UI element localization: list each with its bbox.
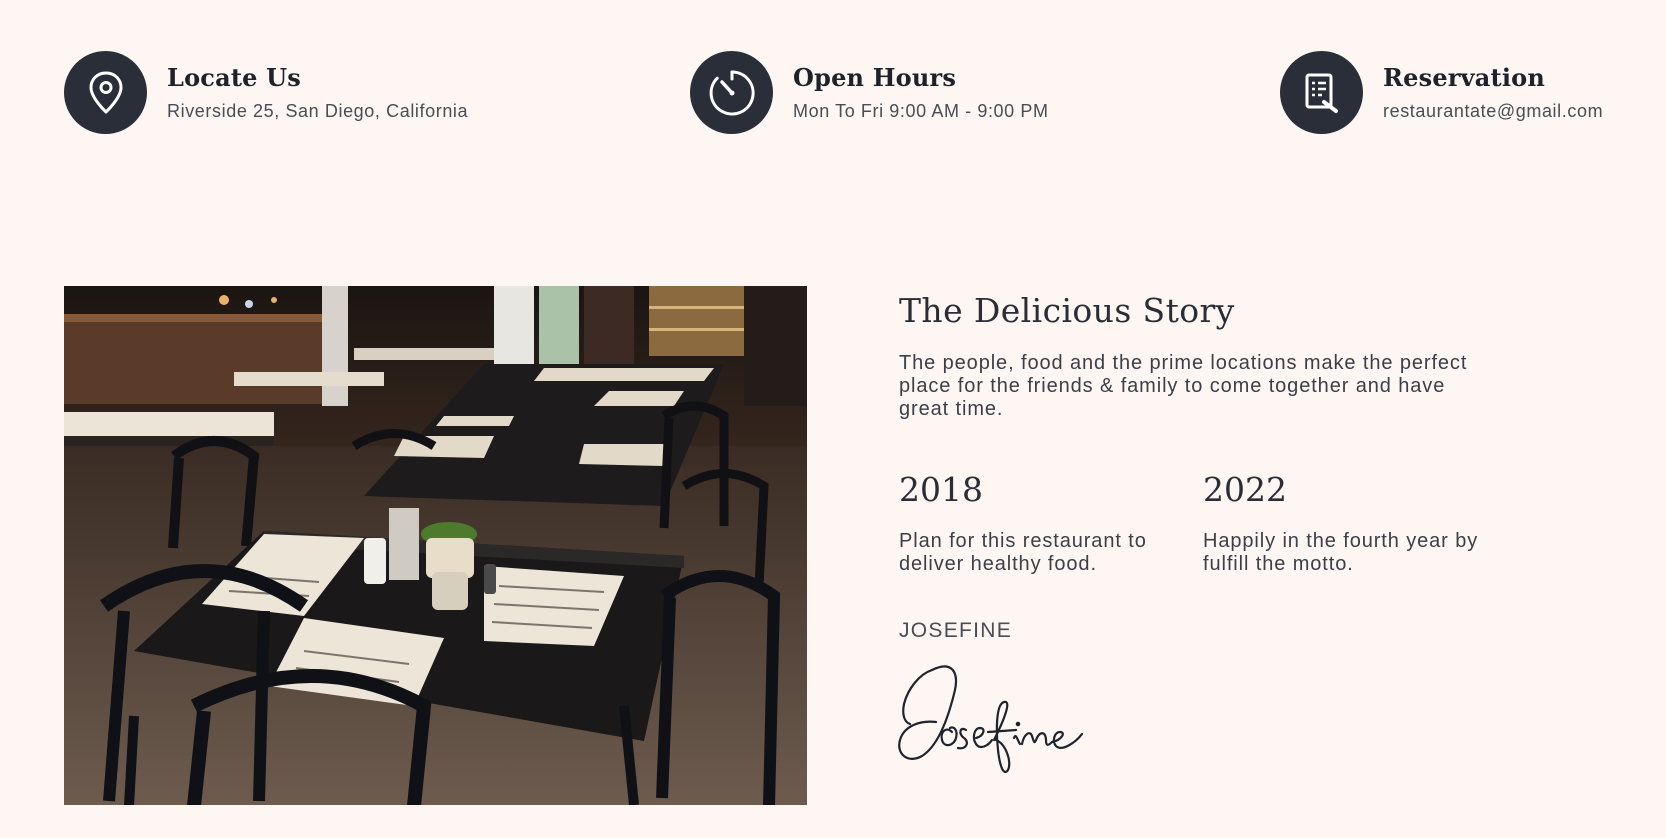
stat-year: 2022 bbox=[1203, 470, 1287, 509]
stat-description: Plan for this restaurant to deliver heal… bbox=[899, 530, 1147, 575]
stat-description: Happily in the fourth year by fulfill th… bbox=[1203, 530, 1479, 575]
info-title: Reservation bbox=[1383, 62, 1545, 92]
info-hours: Open Hours Mon To Fri 9:00 AM - 9:00 PM bbox=[690, 51, 1049, 134]
info-title: Open Hours bbox=[793, 62, 957, 92]
map-pin-icon bbox=[64, 51, 147, 134]
info-hours-text: Mon To Fri 9:00 AM - 9:00 PM bbox=[793, 100, 1049, 121]
info-reservation: Reservation restaurantate@gmail.com bbox=[1280, 51, 1603, 134]
story-title: The Delicious Story bbox=[899, 291, 1235, 330]
info-locate: Locate Us Riverside 25, San Diego, Calif… bbox=[64, 51, 468, 134]
restaurant-photo bbox=[64, 286, 807, 805]
signature-image bbox=[892, 660, 1122, 778]
author-name: JOSEFINE bbox=[899, 619, 1013, 642]
info-title: Locate Us bbox=[167, 62, 301, 92]
info-email[interactable]: restaurantate@gmail.com bbox=[1383, 100, 1603, 122]
clock-icon bbox=[690, 51, 773, 134]
stat-year: 2018 bbox=[899, 470, 983, 509]
story-description: The people, food and the prime locations… bbox=[899, 352, 1468, 420]
reservation-list-icon bbox=[1280, 51, 1363, 134]
info-address: Riverside 25, San Diego, California bbox=[167, 100, 469, 121]
